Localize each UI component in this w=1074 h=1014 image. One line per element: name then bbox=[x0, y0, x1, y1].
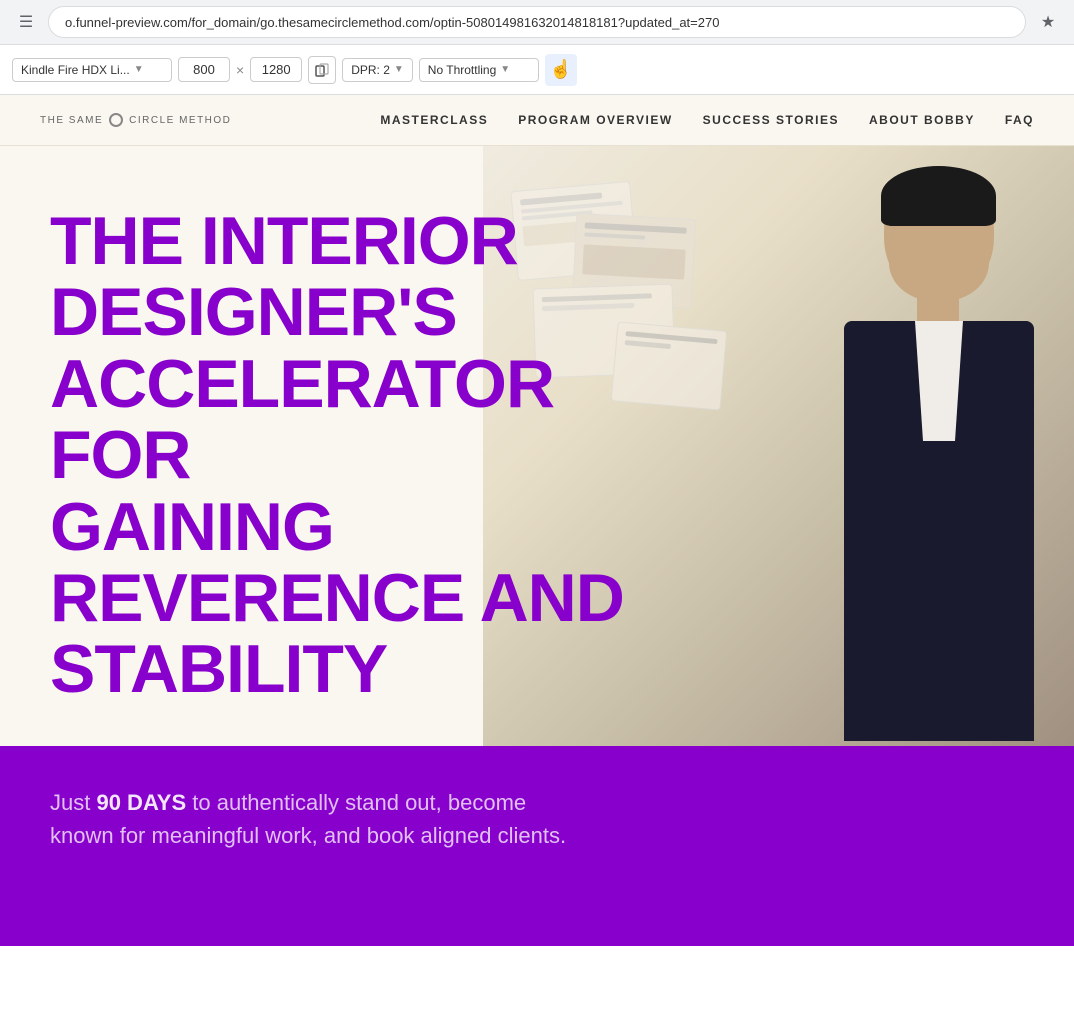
device-dropdown-arrow: ▼ bbox=[134, 64, 144, 75]
nav-about-bobby[interactable]: ABOUT BOBBY bbox=[869, 113, 975, 127]
logo-text-2: CIRCLE METHOD bbox=[129, 115, 231, 126]
dpr-label: DPR: 2 bbox=[351, 63, 390, 77]
site-logo[interactable]: THE SAME CIRCLE METHOD bbox=[40, 113, 231, 127]
hero-heading-line3: ACCELERATOR FOR bbox=[50, 346, 554, 493]
url-text: o.funnel-preview.com/for_domain/go.thesa… bbox=[65, 15, 719, 30]
viewport-width-input[interactable] bbox=[178, 57, 230, 82]
subhero-text: Just 90 DAYS to authentically stand out,… bbox=[50, 786, 570, 852]
devtools-toolbar: Kindle Fire HDX Li... ▼ × DPR: 2 ▼ No Th… bbox=[0, 45, 1074, 95]
address-bar[interactable]: o.funnel-preview.com/for_domain/go.thesa… bbox=[48, 6, 1026, 38]
subhero-text-before-bold: Just bbox=[50, 790, 96, 815]
dpr-selector[interactable]: DPR: 2 ▼ bbox=[342, 58, 413, 82]
reader-mode-icon[interactable]: ☰ bbox=[12, 8, 40, 36]
hero-section: THE INTERIOR DESIGNER'S ACCELERATOR FOR … bbox=[0, 146, 1074, 746]
nav-links: MASTERCLASS PROGRAM OVERVIEW SUCCESS STO… bbox=[380, 113, 1034, 127]
hero-heading-line1: THE INTERIOR bbox=[50, 203, 518, 279]
nav-masterclass[interactable]: MASTERCLASS bbox=[380, 113, 488, 127]
logo-circle-icon bbox=[109, 113, 123, 127]
touch-mode-button[interactable]: ☝ bbox=[545, 54, 577, 86]
person-figure bbox=[674, 166, 1054, 746]
throttle-dropdown-arrow: ▼ bbox=[500, 64, 510, 75]
dpr-dropdown-arrow: ▼ bbox=[394, 64, 404, 75]
bookmark-icon[interactable]: ★ bbox=[1034, 8, 1062, 36]
device-label: Kindle Fire HDX Li... bbox=[21, 63, 130, 77]
throttle-selector[interactable]: No Throttling ▼ bbox=[419, 58, 539, 82]
logo-text: THE SAME bbox=[40, 115, 103, 126]
throttle-label: No Throttling bbox=[428, 63, 496, 77]
nav-program-overview[interactable]: PROGRAM OVERVIEW bbox=[518, 113, 672, 127]
hero-heading: THE INTERIOR DESIGNER'S ACCELERATOR FOR … bbox=[50, 206, 644, 706]
website-frame: THE SAME CIRCLE METHOD MASTERCLASS PROGR… bbox=[0, 95, 1074, 1014]
device-selector[interactable]: Kindle Fire HDX Li... ▼ bbox=[12, 58, 172, 82]
nav-faq[interactable]: FAQ bbox=[1005, 113, 1034, 127]
hero-text: THE INTERIOR DESIGNER'S ACCELERATOR FOR … bbox=[0, 146, 644, 746]
hero-heading-line2: DESIGNER'S bbox=[50, 274, 457, 350]
hero-heading-line6: STABILITY bbox=[50, 631, 387, 707]
touch-icon: ☝ bbox=[550, 59, 572, 80]
browser-address-bar-row: ☰ o.funnel-preview.com/for_domain/go.the… bbox=[0, 0, 1074, 44]
subhero-section: Just 90 DAYS to authentically stand out,… bbox=[0, 746, 1074, 946]
viewport-height-input[interactable] bbox=[250, 57, 302, 82]
hero-heading-line5: REVERENCE AND bbox=[50, 560, 624, 636]
rotate-button[interactable] bbox=[308, 56, 336, 84]
subhero-bold-text: 90 DAYS bbox=[96, 790, 186, 815]
hero-heading-line4: GAINING bbox=[50, 489, 334, 565]
site-navigation: THE SAME CIRCLE METHOD MASTERCLASS PROGR… bbox=[0, 95, 1074, 146]
dimension-separator: × bbox=[236, 62, 244, 78]
nav-success-stories[interactable]: SUCCESS STORIES bbox=[703, 113, 839, 127]
